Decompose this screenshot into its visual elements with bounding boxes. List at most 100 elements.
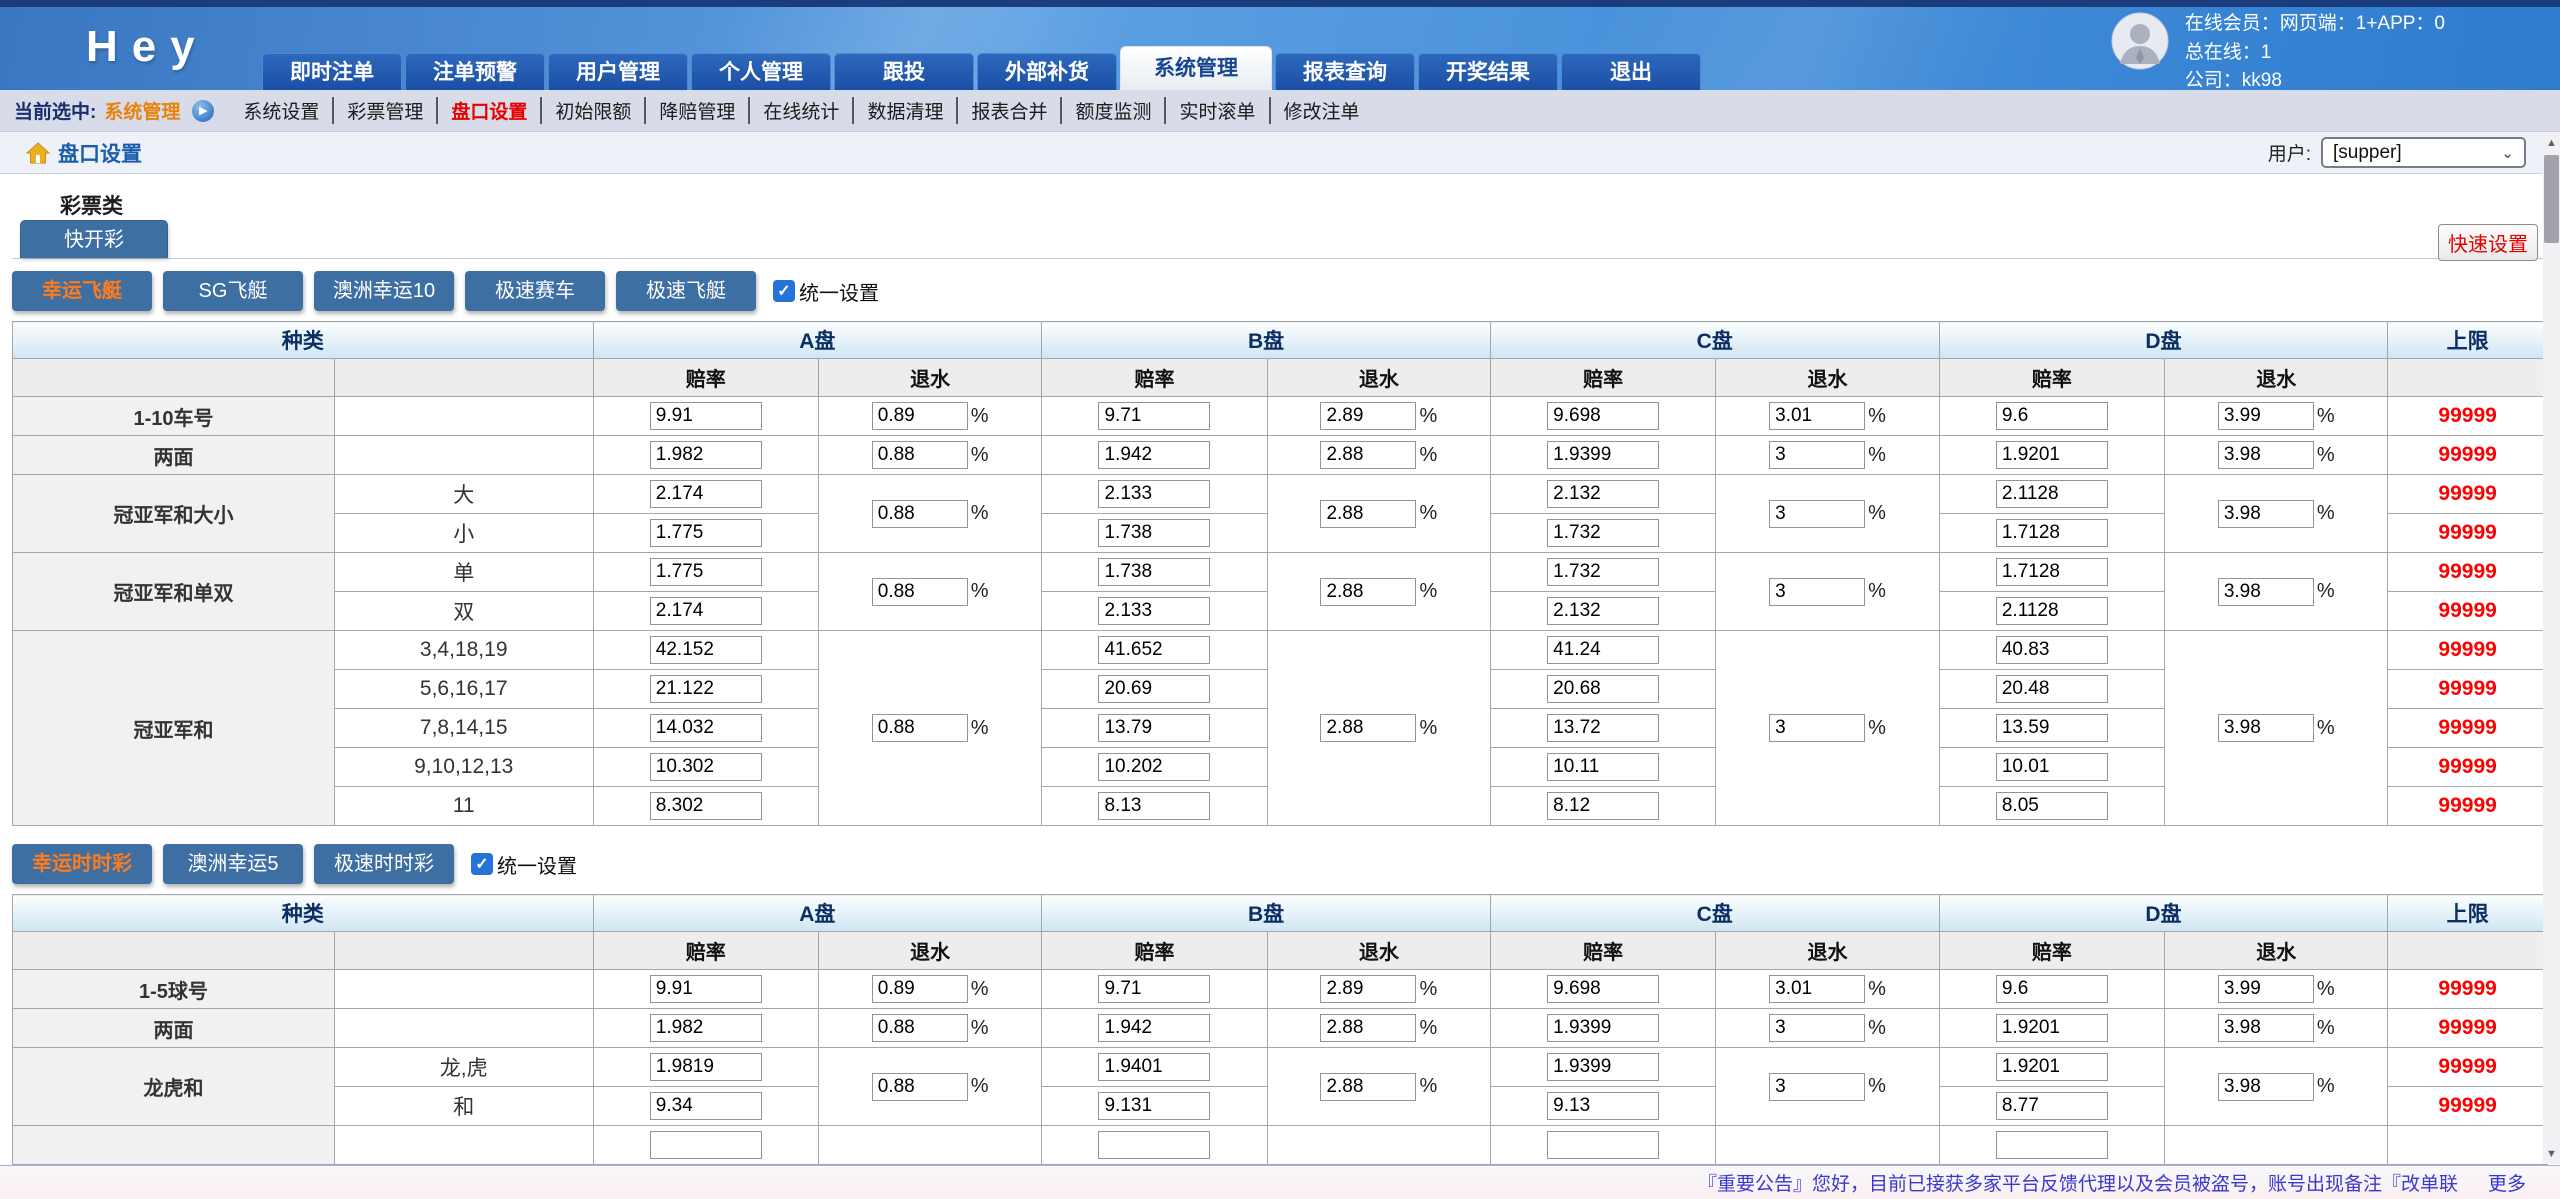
rebate-input[interactable]	[872, 1014, 968, 1042]
nav-tab-logout[interactable]: 退出	[1561, 53, 1701, 90]
submenu-item-data-cleanup[interactable]: 数据清理	[852, 97, 956, 124]
odds-input[interactable]	[1547, 1053, 1659, 1081]
odds-input[interactable]	[1098, 792, 1210, 820]
odds-input[interactable]	[1996, 1014, 2108, 1042]
rebate-input[interactable]	[1320, 714, 1416, 742]
submenu-item-report-merge[interactable]: 报表合并	[956, 97, 1060, 124]
rebate-input[interactable]	[2218, 1073, 2314, 1101]
odds-input[interactable]	[650, 519, 762, 547]
submenu-item-lottery-mgmt[interactable]: 彩票管理	[332, 97, 436, 124]
game-tab-lucky-ssc[interactable]: 幸运时时彩	[12, 844, 152, 884]
odds-input[interactable]	[1996, 1053, 2108, 1081]
rebate-input[interactable]	[872, 975, 968, 1003]
odds-input[interactable]	[650, 558, 762, 586]
rebate-input[interactable]	[1320, 975, 1416, 1003]
odds-input[interactable]	[1547, 753, 1659, 781]
user-select[interactable]: [supper] ⌄	[2321, 137, 2526, 168]
rebate-input[interactable]	[2218, 500, 2314, 528]
odds-input[interactable]	[650, 402, 762, 430]
game-tab-lucky-airship[interactable]: 幸运飞艇	[12, 271, 152, 311]
odds-input[interactable]	[1547, 402, 1659, 430]
odds-input[interactable]	[1547, 1092, 1659, 1120]
rebate-input[interactable]	[2218, 441, 2314, 469]
odds-input[interactable]	[650, 441, 762, 469]
nav-tab-bet-alerts[interactable]: 注单预警	[405, 53, 545, 90]
odds-input[interactable]	[1996, 975, 2108, 1003]
submenu-item-modify-bets[interactable]: 修改注单	[1269, 97, 1373, 124]
odds-input[interactable]	[1996, 1092, 2108, 1120]
odds-input[interactable]	[650, 753, 762, 781]
rebate-input[interactable]	[872, 578, 968, 606]
odds-input[interactable]	[650, 1053, 762, 1081]
odds-input[interactable]	[1547, 675, 1659, 703]
odds-input[interactable]	[1547, 480, 1659, 508]
scrollbar-up-icon[interactable]: ▲	[2543, 135, 2560, 152]
odds-input[interactable]	[1547, 792, 1659, 820]
submenu-item-initial-limits[interactable]: 初始限额	[540, 97, 644, 124]
nav-tab-draw-results[interactable]: 开奖结果	[1418, 53, 1558, 90]
odds-input[interactable]	[650, 975, 762, 1003]
quick-set-button[interactable]: 快速设置	[2438, 224, 2538, 261]
odds-input[interactable]	[650, 792, 762, 820]
submenu-item-online-stats[interactable]: 在线统计	[748, 97, 852, 124]
odds-input[interactable]	[1996, 714, 2108, 742]
rebate-input[interactable]	[2218, 714, 2314, 742]
odds-input[interactable]	[1547, 558, 1659, 586]
odds-input[interactable]	[650, 480, 762, 508]
odds-input[interactable]	[1098, 975, 1210, 1003]
nav-tab-user-mgmt[interactable]: 用户管理	[548, 53, 688, 90]
submenu-item-odds-reduction[interactable]: 降赔管理	[644, 97, 748, 124]
odds-input[interactable]	[1547, 975, 1659, 1003]
odds-input[interactable]	[650, 1131, 762, 1159]
odds-input[interactable]	[1098, 441, 1210, 469]
odds-input[interactable]	[1098, 1014, 1210, 1042]
odds-input[interactable]	[1996, 675, 2108, 703]
odds-input[interactable]	[1996, 636, 2108, 664]
odds-input[interactable]	[1547, 714, 1659, 742]
odds-input[interactable]	[1996, 441, 2108, 469]
odds-input[interactable]	[1547, 1131, 1659, 1159]
nav-tab-personal-mgmt[interactable]: 个人管理	[691, 53, 831, 90]
odds-input[interactable]	[1547, 519, 1659, 547]
odds-input[interactable]	[650, 1014, 762, 1042]
odds-input[interactable]	[1547, 597, 1659, 625]
odds-input[interactable]	[1098, 519, 1210, 547]
odds-input[interactable]	[650, 714, 762, 742]
rebate-input[interactable]	[1769, 975, 1865, 1003]
submenu-item-realtime-roll[interactable]: 实时滚单	[1164, 97, 1268, 124]
odds-input[interactable]	[1098, 714, 1210, 742]
game-tab-speed-ssc[interactable]: 极速时时彩	[314, 844, 454, 884]
rebate-input[interactable]	[1769, 714, 1865, 742]
odds-input[interactable]	[1098, 1131, 1210, 1159]
odds-input[interactable]	[1098, 402, 1210, 430]
rebate-input[interactable]	[1769, 1014, 1865, 1042]
rebate-input[interactable]	[1320, 578, 1416, 606]
nav-tab-reports[interactable]: 报表查询	[1275, 53, 1415, 90]
scrollbar-thumb[interactable]	[2544, 155, 2559, 243]
rebate-input[interactable]	[2218, 578, 2314, 606]
odds-input[interactable]	[1996, 792, 2108, 820]
odds-input[interactable]	[1098, 480, 1210, 508]
odds-input[interactable]	[1996, 480, 2108, 508]
rebate-input[interactable]	[2218, 975, 2314, 1003]
rebate-input[interactable]	[1320, 1073, 1416, 1101]
odds-input[interactable]	[1098, 558, 1210, 586]
odds-input[interactable]	[1996, 1131, 2108, 1159]
odds-input[interactable]	[1996, 753, 2108, 781]
nav-tab-system-mgmt[interactable]: 系统管理	[1120, 46, 1272, 90]
game-tab-sg-airship[interactable]: SG飞艇	[163, 271, 303, 311]
rebate-input[interactable]	[1769, 441, 1865, 469]
odds-input[interactable]	[1098, 1092, 1210, 1120]
game-tab-australia-lucky5[interactable]: 澳洲幸运5	[163, 844, 303, 884]
rebate-input[interactable]	[1320, 441, 1416, 469]
footer-more-link[interactable]: 更多	[2488, 1169, 2526, 1196]
rebate-input[interactable]	[1320, 402, 1416, 430]
vertical-scrollbar[interactable]: ▲ ▼	[2543, 134, 2560, 1164]
rebate-input[interactable]	[2218, 1014, 2314, 1042]
nav-tab-external-supply[interactable]: 外部补货	[977, 53, 1117, 90]
odds-input[interactable]	[1996, 519, 2108, 547]
rebate-input[interactable]	[872, 402, 968, 430]
submenu-item-system-settings[interactable]: 系统设置	[230, 97, 332, 124]
game-tab-speed-racing[interactable]: 极速赛车	[465, 271, 605, 311]
rebate-input[interactable]	[1320, 500, 1416, 528]
